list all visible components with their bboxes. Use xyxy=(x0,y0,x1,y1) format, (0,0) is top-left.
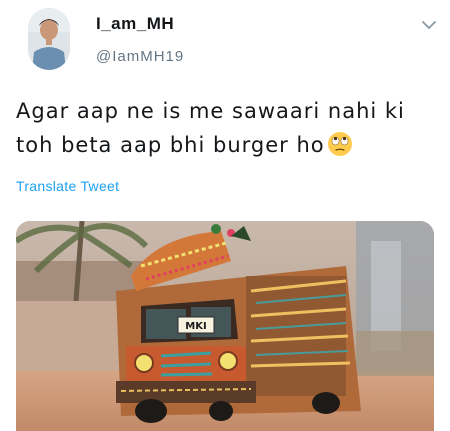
tweet-card: I_am_MH @IamMH19 Agar aap ne is me sawaa… xyxy=(0,0,450,431)
tweet-text: Agar aap ne is me sawaari nahi ki toh be… xyxy=(16,94,436,162)
display-name[interactable]: I_am_MH xyxy=(96,14,174,34)
chevron-down-icon[interactable] xyxy=(420,18,438,32)
bus-plate-text: MKI xyxy=(185,321,206,332)
face-with-rolling-eyes-icon xyxy=(327,131,353,157)
translate-tweet-link[interactable]: Translate Tweet xyxy=(16,178,119,194)
tweet-media-image[interactable]: MKI xyxy=(16,221,434,431)
user-handle[interactable]: @IamMH19 xyxy=(96,48,184,65)
avatar[interactable] xyxy=(28,8,70,70)
